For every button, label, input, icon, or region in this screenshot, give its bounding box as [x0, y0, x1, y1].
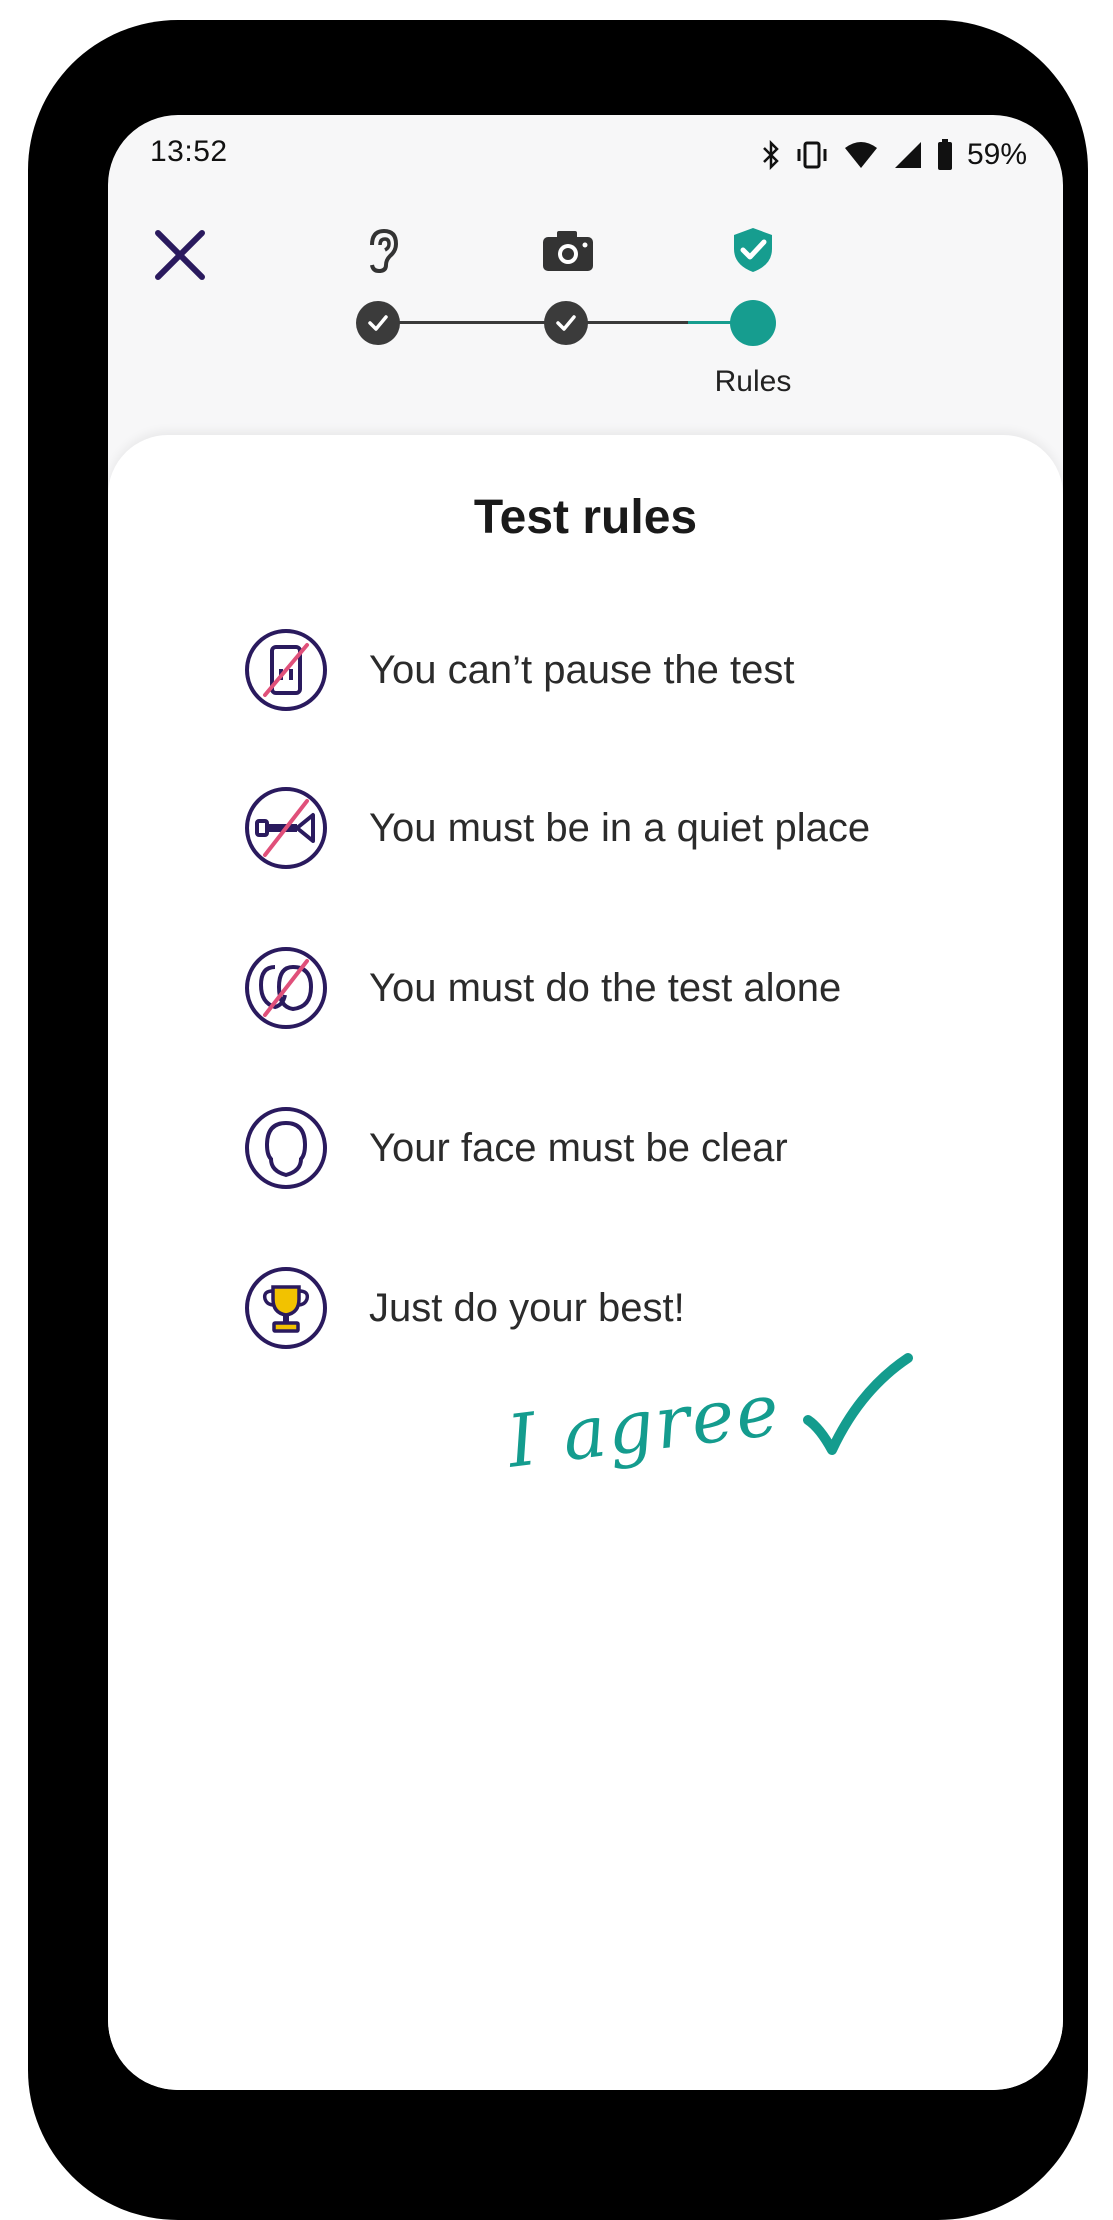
- rule-text: You must do the test alone: [369, 965, 842, 1010]
- battery-icon: [937, 139, 953, 171]
- check-icon: [556, 315, 576, 331]
- rule-text: Your face must be clear: [369, 1125, 788, 1170]
- no-phone-icon: [245, 629, 327, 711]
- no-people-icon: [245, 947, 327, 1029]
- list-item: You must do the test alone: [243, 943, 841, 1033]
- step-connector: [378, 321, 548, 324]
- rule-text: Just do your best!: [369, 1285, 685, 1330]
- status-bar: 13:52 59%: [108, 115, 1063, 205]
- no-trumpet-icon: [245, 787, 327, 869]
- battery-percent: 59%: [966, 138, 1027, 171]
- rule-text: You can’t pause the test: [369, 647, 795, 692]
- list-item: Just do your best!: [243, 1263, 685, 1353]
- list-item: Your face must be clear: [243, 1103, 788, 1193]
- step-label-rules: Rules: [714, 365, 792, 398]
- app-screen: 13:52 59% Rules Test rules You can’t pau…: [108, 115, 1063, 2090]
- step-dot-current: [730, 300, 776, 346]
- bluetooth-icon: [761, 140, 781, 170]
- checkmark-icon: [803, 1353, 913, 1455]
- check-icon: [368, 315, 388, 331]
- status-icons: 59%: [761, 135, 1027, 175]
- face-icon: [245, 1107, 327, 1189]
- agree-label: I agree: [502, 1366, 786, 1484]
- trophy-icon: [245, 1267, 327, 1349]
- phone-frame: 13:52 59% Rules Test rules You can’t pau…: [28, 20, 1088, 2220]
- ear-icon: [358, 225, 408, 275]
- rule-text: You must be in a quiet place: [369, 805, 871, 850]
- shield-check-icon: [728, 225, 778, 275]
- step-dot-completed: [356, 301, 400, 345]
- signal-icon: [893, 140, 923, 170]
- status-time: 13:52: [150, 135, 228, 168]
- agree-button[interactable]: I agree: [503, 1353, 988, 1510]
- camera-icon: [541, 225, 593, 275]
- vibrate-icon: [795, 140, 829, 170]
- list-item: You must be in a quiet place: [243, 783, 870, 873]
- list-item: You can’t pause the test: [243, 625, 795, 715]
- wifi-icon: [843, 140, 879, 170]
- page-title: Test rules: [473, 491, 698, 544]
- step-dot-completed: [544, 301, 588, 345]
